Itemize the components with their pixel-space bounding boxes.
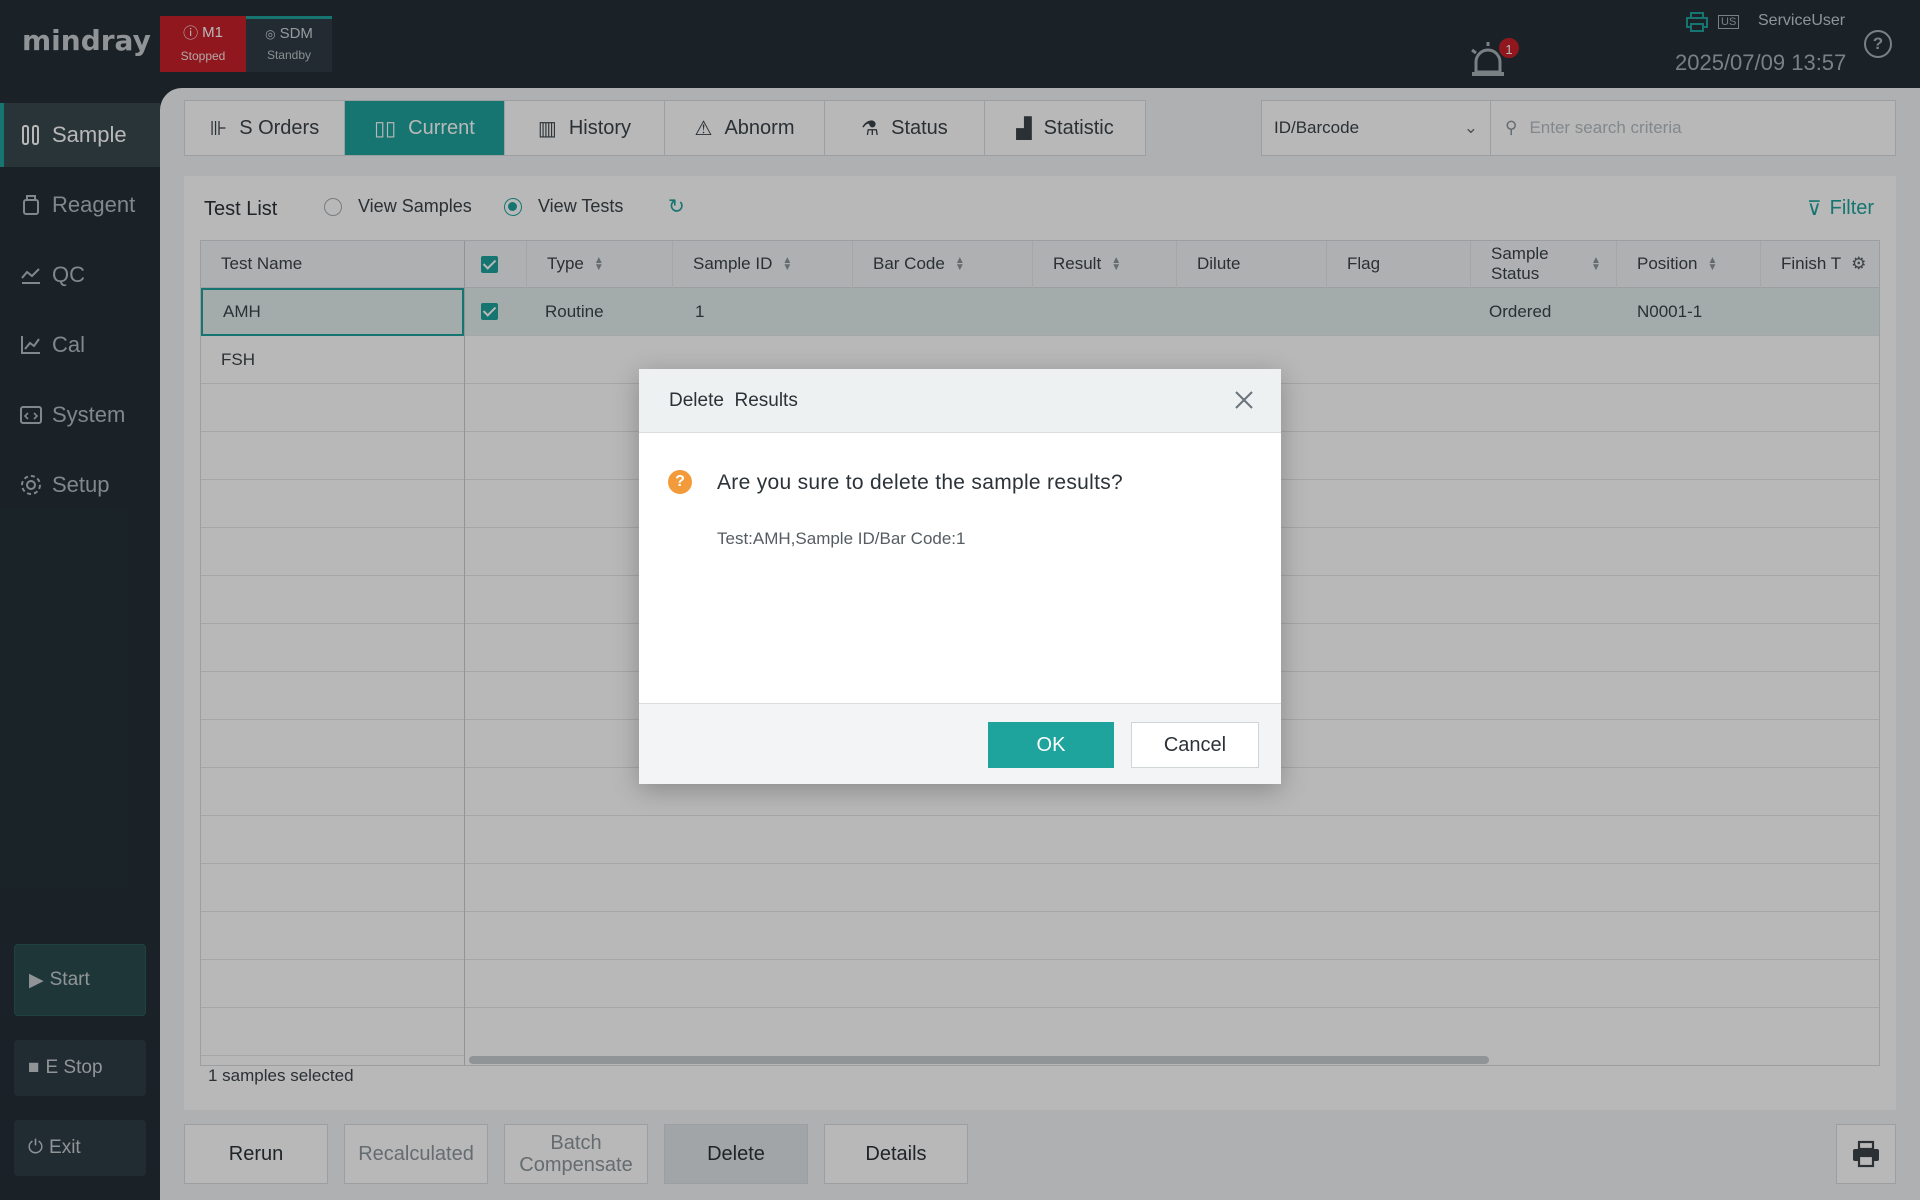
dialog-body: ? Are you sure to delete the sample resu… [639,433,1281,703]
ok-button[interactable]: OK [988,722,1114,768]
close-icon[interactable] [1233,389,1255,411]
dialog-footer: OK Cancel [639,703,1281,784]
dialog-header: Delete Results [639,369,1281,433]
dialog-message: Are you sure to delete the sample result… [717,471,1123,494]
question-icon: ? [668,470,692,494]
dialog-title: Delete Results [669,389,798,411]
delete-results-dialog: Delete Results ? Are you sure to delete … [639,369,1281,784]
dialog-detail: Test:AMH,Sample ID/Bar Code:1 [717,529,966,548]
cancel-button[interactable]: Cancel [1131,722,1259,768]
